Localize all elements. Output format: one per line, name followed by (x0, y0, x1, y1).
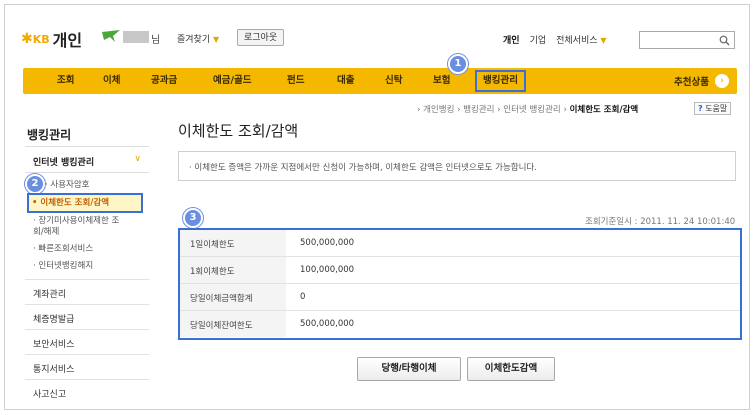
nav-utility-bills[interactable]: 공과금 (151, 68, 177, 94)
page-title: 이체한도 조회/감액 (178, 122, 299, 140)
help-button[interactable]: ? 도움말 (694, 102, 732, 115)
callout-badge-3: 3 (183, 208, 203, 228)
sidebar-sub-item-cancel-banking[interactable]: · 인터넷뱅킹해지 (33, 261, 93, 272)
sidebar-sub-item-password[interactable]: · 사용자암호 (45, 180, 90, 191)
sidebar-sub-label: 장기미사용이체제한 조회/해제 (33, 216, 120, 237)
breadcrumb-current: 이체한도 조회/감액 (569, 105, 639, 115)
sidebar-item-certificates[interactable]: 체증명발급 (25, 304, 149, 329)
row-value: 0 (300, 292, 306, 302)
row-value: 100,000,000 (300, 265, 355, 275)
kb-star-icon: ✱KB (21, 31, 50, 47)
row-label: 1일이체한도 (180, 230, 286, 256)
top-link-all-services[interactable]: 전체서비스 ▼ (556, 33, 606, 46)
nav-loan[interactable]: 대출 (337, 68, 354, 94)
sidebar-sub-label: 빠른조회서비스 (38, 244, 94, 254)
sidebar-item-accounts[interactable]: 계좌관리 (25, 279, 149, 304)
top-links: 개인 기업 전체서비스 ▼ (503, 33, 607, 46)
sidebar-sub-item-quick-inquiry[interactable]: · 빠른조회서비스 (33, 244, 93, 255)
sidebar-section-label: 인터넷 뱅킹관리 (33, 158, 95, 168)
notice-box: · 이체한도 증액은 가까운 지점에서만 신청이 가능하며, 이체한도 감액은 … (178, 151, 736, 181)
question-icon: ? (698, 104, 703, 113)
nav-recommended-products[interactable]: 추천상품 › (674, 68, 729, 94)
recommend-label: 추천상품 (674, 77, 709, 88)
kb-logo[interactable]: ✱KB 개인 (21, 27, 82, 51)
reduce-limit-button[interactable]: 이체한도감액 (467, 357, 555, 381)
breadcrumb-item[interactable]: 인터넷 뱅킹관리 (503, 105, 560, 115)
search-icon[interactable] (719, 35, 730, 46)
sidebar-sub-item-transfer-limit[interactable]: • 이체한도 조회/감액 (27, 193, 143, 213)
logo-mark-text: KB (32, 33, 50, 46)
nav-fund[interactable]: 펀드 (287, 68, 304, 94)
reference-time: 조회기준일시 : 2011. 11. 24 10:01:40 (585, 217, 736, 227)
favorites-menu[interactable]: 즐겨찾기 ▼ (177, 32, 219, 45)
chevron-down-icon: ∨ (134, 154, 141, 164)
sidebar-section-internet-banking[interactable]: 인터넷 뱅킹관리 ∨ (25, 146, 149, 173)
main-nav: 조회 이체 공과금 예금/골드 펀드 대출 신탁 보험 뱅킹관리 추천상품 › (23, 68, 737, 94)
top-link-personal[interactable]: 개인 (503, 33, 520, 46)
sidebar-item-incident-report[interactable]: 사고신고 (25, 379, 149, 404)
callout-badge-2: 2 (25, 174, 45, 194)
breadcrumb-item[interactable]: 개인뱅킹 (423, 105, 454, 115)
sidebar-sub-item-long-unused[interactable]: · 장기미사용이체제한 조회/해제 (33, 216, 129, 238)
row-value: 500,000,000 (300, 319, 355, 329)
top-link-business[interactable]: 기업 (530, 33, 547, 46)
table-row: 당일이체잔여한도 500,000,000 (180, 311, 740, 338)
nav-deposit-gold[interactable]: 예금/골드 (213, 68, 251, 94)
row-value: 500,000,000 (300, 238, 355, 248)
nav-insurance[interactable]: 보험 (433, 68, 450, 94)
arrow-right-icon: › (715, 74, 729, 88)
all-services-label: 전체서비스 (556, 36, 598, 46)
table-row: 당일이체금액합계 0 (180, 284, 740, 311)
user-grade-icon (102, 30, 120, 42)
logo-text: 개인 (52, 31, 83, 50)
nav-transfer[interactable]: 이체 (103, 68, 120, 94)
nav-inquiry[interactable]: 조회 (57, 68, 74, 94)
page-frame: ✱KB 개인 님 즐겨찾기 ▼ 로그아웃 개인 기업 전체서비스 ▼ 조회 이체… (4, 4, 750, 410)
callout-badge-1: 1 (448, 54, 468, 74)
logout-button[interactable]: 로그아웃 (237, 29, 285, 46)
nav-banking-management[interactable]: 뱅킹관리 (475, 70, 526, 92)
breadcrumb: › 개인뱅킹 › 뱅킹관리 › 인터넷 뱅킹관리 › 이체한도 조회/감액 (417, 105, 639, 115)
chevron-down-icon: ▼ (600, 36, 607, 45)
sidebar-sub-label: 인터넷뱅킹해지 (38, 261, 94, 271)
sidebar-item-security[interactable]: 보안서비스 (25, 329, 149, 354)
help-label: 도움말 (705, 104, 728, 113)
sidebar-title: 뱅킹관리 (27, 128, 72, 142)
row-label: 당일이체잔여한도 (180, 311, 286, 337)
row-label: 당일이체금액합계 (180, 284, 286, 310)
sidebar-item-notification[interactable]: 통지서비스 (25, 354, 149, 379)
breadcrumb-item[interactable]: 뱅킹관리 (463, 105, 494, 115)
transfer-limit-table: 1일이체한도 500,000,000 1회이체한도 100,000,000 당일… (178, 228, 742, 340)
chevron-down-icon: ▼ (213, 35, 220, 44)
table-row: 1회이체한도 100,000,000 (180, 257, 740, 284)
transfer-button[interactable]: 당행/타행이체 (357, 357, 461, 381)
row-label: 1회이체한도 (180, 257, 286, 283)
nav-trust[interactable]: 신탁 (385, 68, 402, 94)
masked-user-name (123, 31, 149, 43)
user-suffix: 님 (151, 35, 161, 46)
table-row: 1일이체한도 500,000,000 (180, 230, 740, 257)
favorites-label: 즐겨찾기 (177, 35, 211, 45)
sidebar-sub-label: 이체한도 조회/감액 (40, 198, 110, 208)
sidebar-sub-label: 사용자암호 (50, 180, 90, 190)
search-input[interactable] (639, 31, 735, 49)
